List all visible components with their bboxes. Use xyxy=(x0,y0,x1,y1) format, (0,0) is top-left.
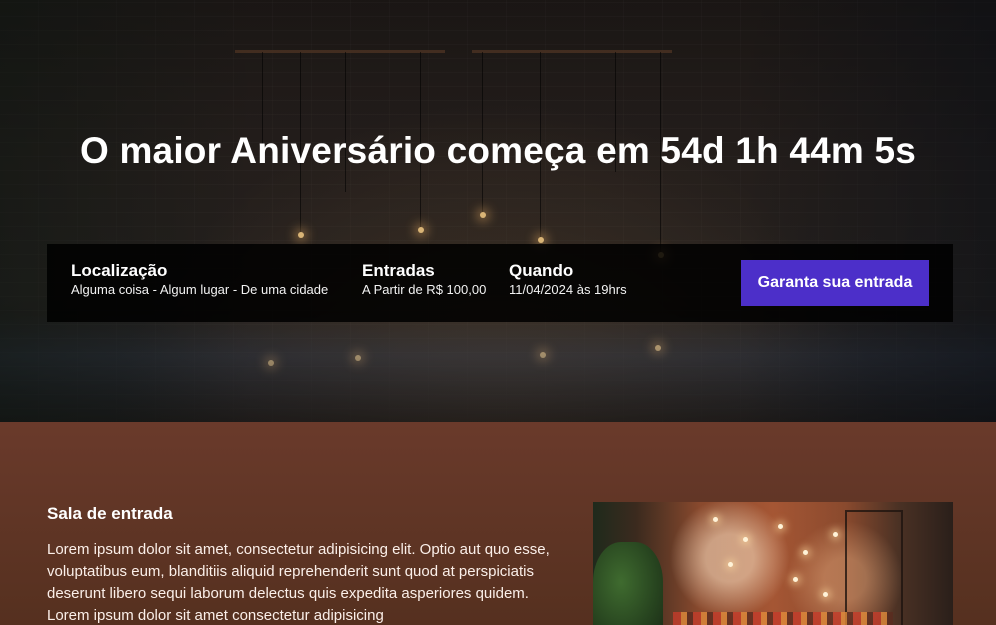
tickets-label: Entradas xyxy=(362,261,435,280)
light-bulb xyxy=(743,537,748,542)
hero-title: O maior Aniversário começa em 54d 1h 44m… xyxy=(79,130,917,171)
light-bulb xyxy=(713,517,718,522)
when-label: Quando xyxy=(509,261,574,280)
light-bulb xyxy=(778,524,783,529)
plant-decoration xyxy=(593,542,663,625)
when-value: 11/04/2024 às 19hrs xyxy=(509,282,627,297)
tickets-value: A Partir de R$ 100,00 xyxy=(362,282,487,297)
get-ticket-button[interactable]: Garanta sua entrada xyxy=(741,260,929,306)
light-bulb xyxy=(833,532,838,537)
entrance-section: Sala de entrada Lorem ipsum dolor sit am… xyxy=(0,422,996,625)
light-bulb xyxy=(803,550,808,555)
section-description: Lorem ipsum dolor sit amet, consectetur … xyxy=(47,541,550,624)
venue-photo xyxy=(593,502,953,625)
shelf-frame xyxy=(845,510,903,625)
event-info-bar: Localização Alguma coisa - Algum lugar -… xyxy=(47,244,953,322)
tickets-info: Entradas A Partir de R$ 100,00 xyxy=(362,261,486,299)
section-title: Sala de entrada xyxy=(47,504,173,523)
location-info: Localização Alguma coisa - Algum lugar -… xyxy=(71,261,328,299)
location-value: Alguma coisa - Algum lugar - De uma cida… xyxy=(71,282,329,297)
when-info: Quando 11/04/2024 às 19hrs xyxy=(509,261,627,299)
light-bulb xyxy=(728,562,733,567)
light-bulb xyxy=(793,577,798,582)
hero-banner: O maior Aniversário começa em 54d 1h 44m… xyxy=(0,0,996,422)
hero-overlay xyxy=(0,0,996,422)
flower-arrangement xyxy=(673,612,893,625)
light-bulb xyxy=(823,592,828,597)
location-label: Localização xyxy=(71,261,168,280)
